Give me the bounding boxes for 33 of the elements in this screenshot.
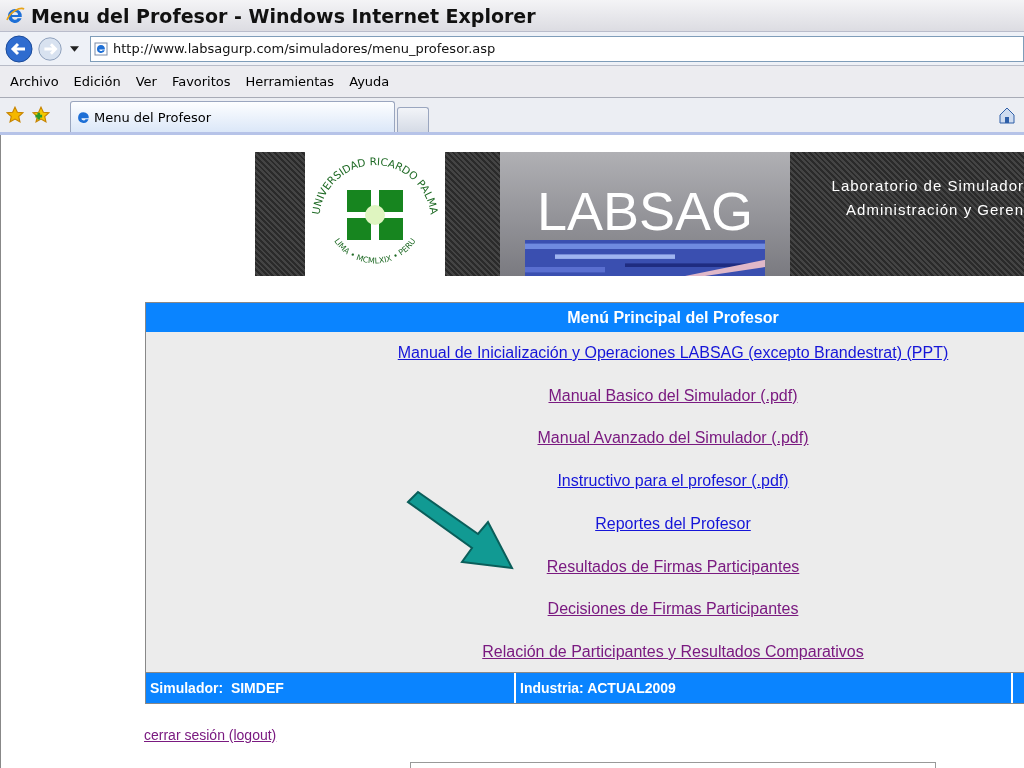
address-field[interactable]: http://www.labsagurp.com/simuladores/menu_profesor.asp xyxy=(90,35,1024,62)
menu-item[interactable]: Archivo xyxy=(10,74,59,89)
menu-link[interactable]: Manual de Inicialización y Operaciones LABSAG (excepto Brandestrat) (PPT) xyxy=(397,342,949,365)
menu-item[interactable]: Favoritos xyxy=(171,74,231,89)
window-title: Menu del Profesor - Windows Internet Explorer xyxy=(31,4,536,27)
home-icon[interactable] xyxy=(998,106,1016,124)
page-icon xyxy=(94,41,108,56)
menu-link[interactable]: Relación de Participantes y Resultados Comparativos xyxy=(482,640,864,664)
new-tab-button[interactable] xyxy=(397,107,429,132)
menu-item[interactable]: Herramientas xyxy=(245,74,335,89)
menu-item[interactable]: Ver xyxy=(135,74,157,89)
star-icon[interactable] xyxy=(6,106,24,124)
browser-tab[interactable]: Menu del Profesor xyxy=(70,101,395,132)
menu-link[interactable]: Decisiones de Firmas Participantes xyxy=(547,598,799,621)
add-star-icon[interactable] xyxy=(32,106,50,124)
banner-subtitle: Laboratorio de Simulador xyxy=(831,176,1024,196)
menu-item[interactable]: Edición xyxy=(73,74,121,89)
banner-subtitle: Administración y Geren xyxy=(846,200,1024,220)
menu-link[interactable]: Manual Avanzado del Simulador (.pdf) xyxy=(537,427,809,451)
menu-link[interactable]: Instructivo para el profesor (.pdf) xyxy=(557,470,789,493)
footer-cell: Industria: ACTUAL2009 xyxy=(516,672,1011,703)
back-button[interactable] xyxy=(4,33,34,64)
browser-logo-icon xyxy=(5,5,25,26)
logout-link[interactable]: cerrar sesión (logout) xyxy=(144,723,277,747)
menu-link[interactable]: Manual Basico del Simulador (.pdf) xyxy=(548,384,798,408)
banner-title: LABSAG xyxy=(536,184,754,238)
menu-header: Menú Principal del Profesor xyxy=(146,303,1024,332)
browser-logo-icon xyxy=(76,109,91,125)
menu-link[interactable]: Resultados de Firmas Participantes xyxy=(546,555,800,579)
menu-item[interactable]: Ayuda xyxy=(349,74,390,89)
dropdown-caret-icon[interactable] xyxy=(70,45,79,52)
menu-link[interactable]: Reportes del Profesor xyxy=(595,512,751,536)
footer-cell: Simulador: SIMDEF xyxy=(146,672,514,703)
